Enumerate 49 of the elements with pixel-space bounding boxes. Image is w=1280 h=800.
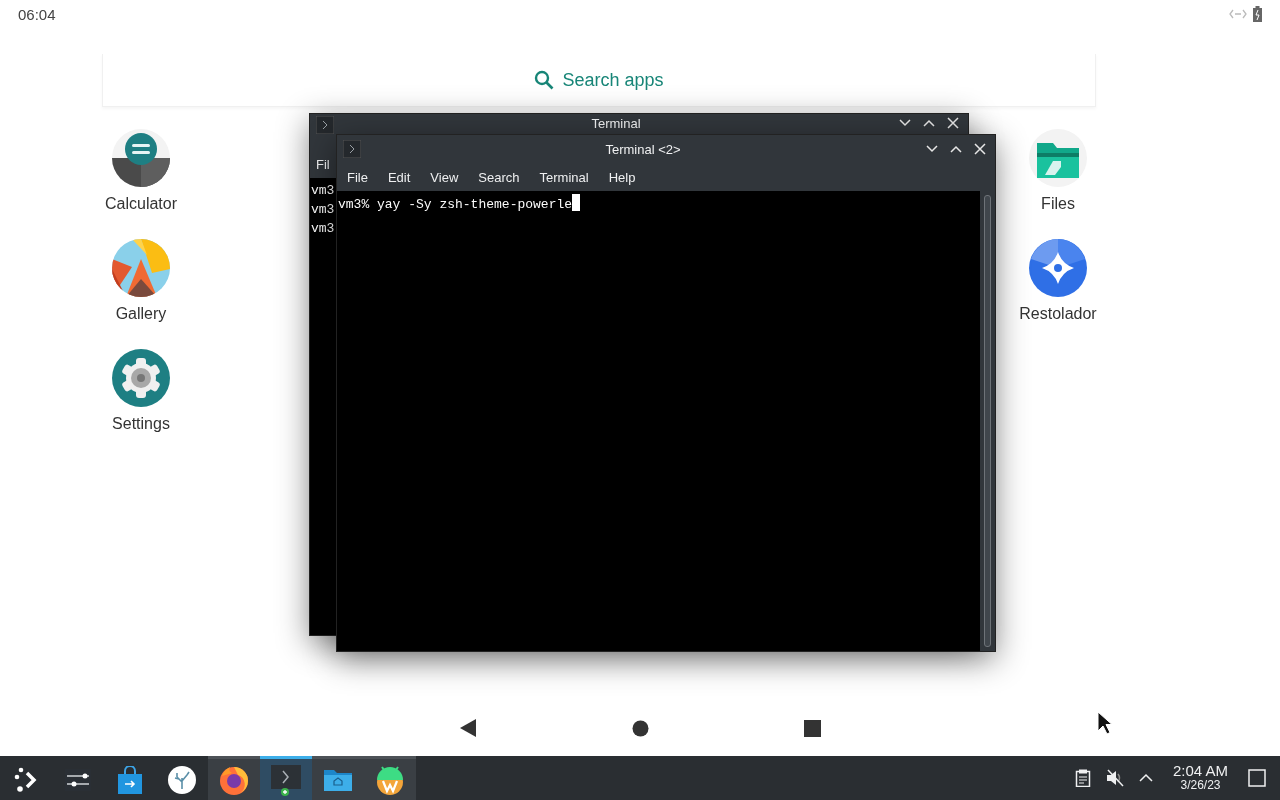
compass-icon [1029,239,1087,297]
app-label[interactable]: Files [1041,195,1075,213]
calculator-icon [112,129,170,187]
recents-icon[interactable] [804,719,821,737]
app-label[interactable]: Gallery [115,305,167,323]
mouse-pointer-icon [1097,711,1112,735]
menu-item[interactable]: Fil [310,156,334,172]
terminal-line: vm3 [311,202,335,217]
close-icon[interactable] [973,142,987,156]
search-placeholder: Search apps [562,69,664,91]
search-icon [534,70,555,90]
clipboard-icon[interactable] [1074,769,1091,787]
menu-item[interactable]: Search [468,169,530,185]
window-title: Terminal <2> [604,141,682,157]
gallery-icon [112,239,170,297]
home-icon[interactable] [632,719,649,737]
show-desktop-icon[interactable] [1248,769,1266,787]
terminal-icon [343,140,361,158]
menu-item[interactable]: View [420,169,469,185]
gear-icon [112,349,170,407]
close-icon[interactable] [946,116,960,130]
status-time: 06:04 [18,5,56,23]
network-icon [1229,8,1247,20]
menu-item[interactable]: File [337,169,378,185]
clock[interactable]: 2:04 AM 3/26/23 [1166,764,1234,792]
caret-icon[interactable] [1138,773,1153,783]
app-label[interactable]: Restolador [1019,305,1097,323]
back-icon[interactable] [459,719,477,737]
app-label[interactable]: Calculator [105,195,177,213]
menu-item[interactable]: Edit [377,169,421,185]
shopping-bag-icon[interactable] [117,765,143,794]
terminal-line: vm3 [311,183,335,198]
folder-icon[interactable] [323,767,353,792]
muted-speaker-icon[interactable] [1104,769,1125,787]
coral-icon[interactable] [168,765,196,794]
terminal-icon [316,116,334,134]
scrollbar[interactable] [984,195,991,647]
text-cursor [572,194,581,211]
menu-item[interactable]: Terminal [529,169,599,185]
terminal-icon[interactable] [269,762,303,797]
terminal-line: vm3 [311,221,335,236]
folder-icon [1029,129,1087,187]
battery-icon [1253,6,1262,22]
launcher-icon[interactable] [13,766,39,793]
menu-item[interactable]: Help [598,169,646,185]
window-title: Terminal [590,116,642,131]
app-label[interactable]: Settings [112,415,170,433]
search-bar[interactable]: Search apps [102,54,1096,107]
terminal-line: vm3% yay -Sy zsh-theme-powerle [338,197,573,212]
